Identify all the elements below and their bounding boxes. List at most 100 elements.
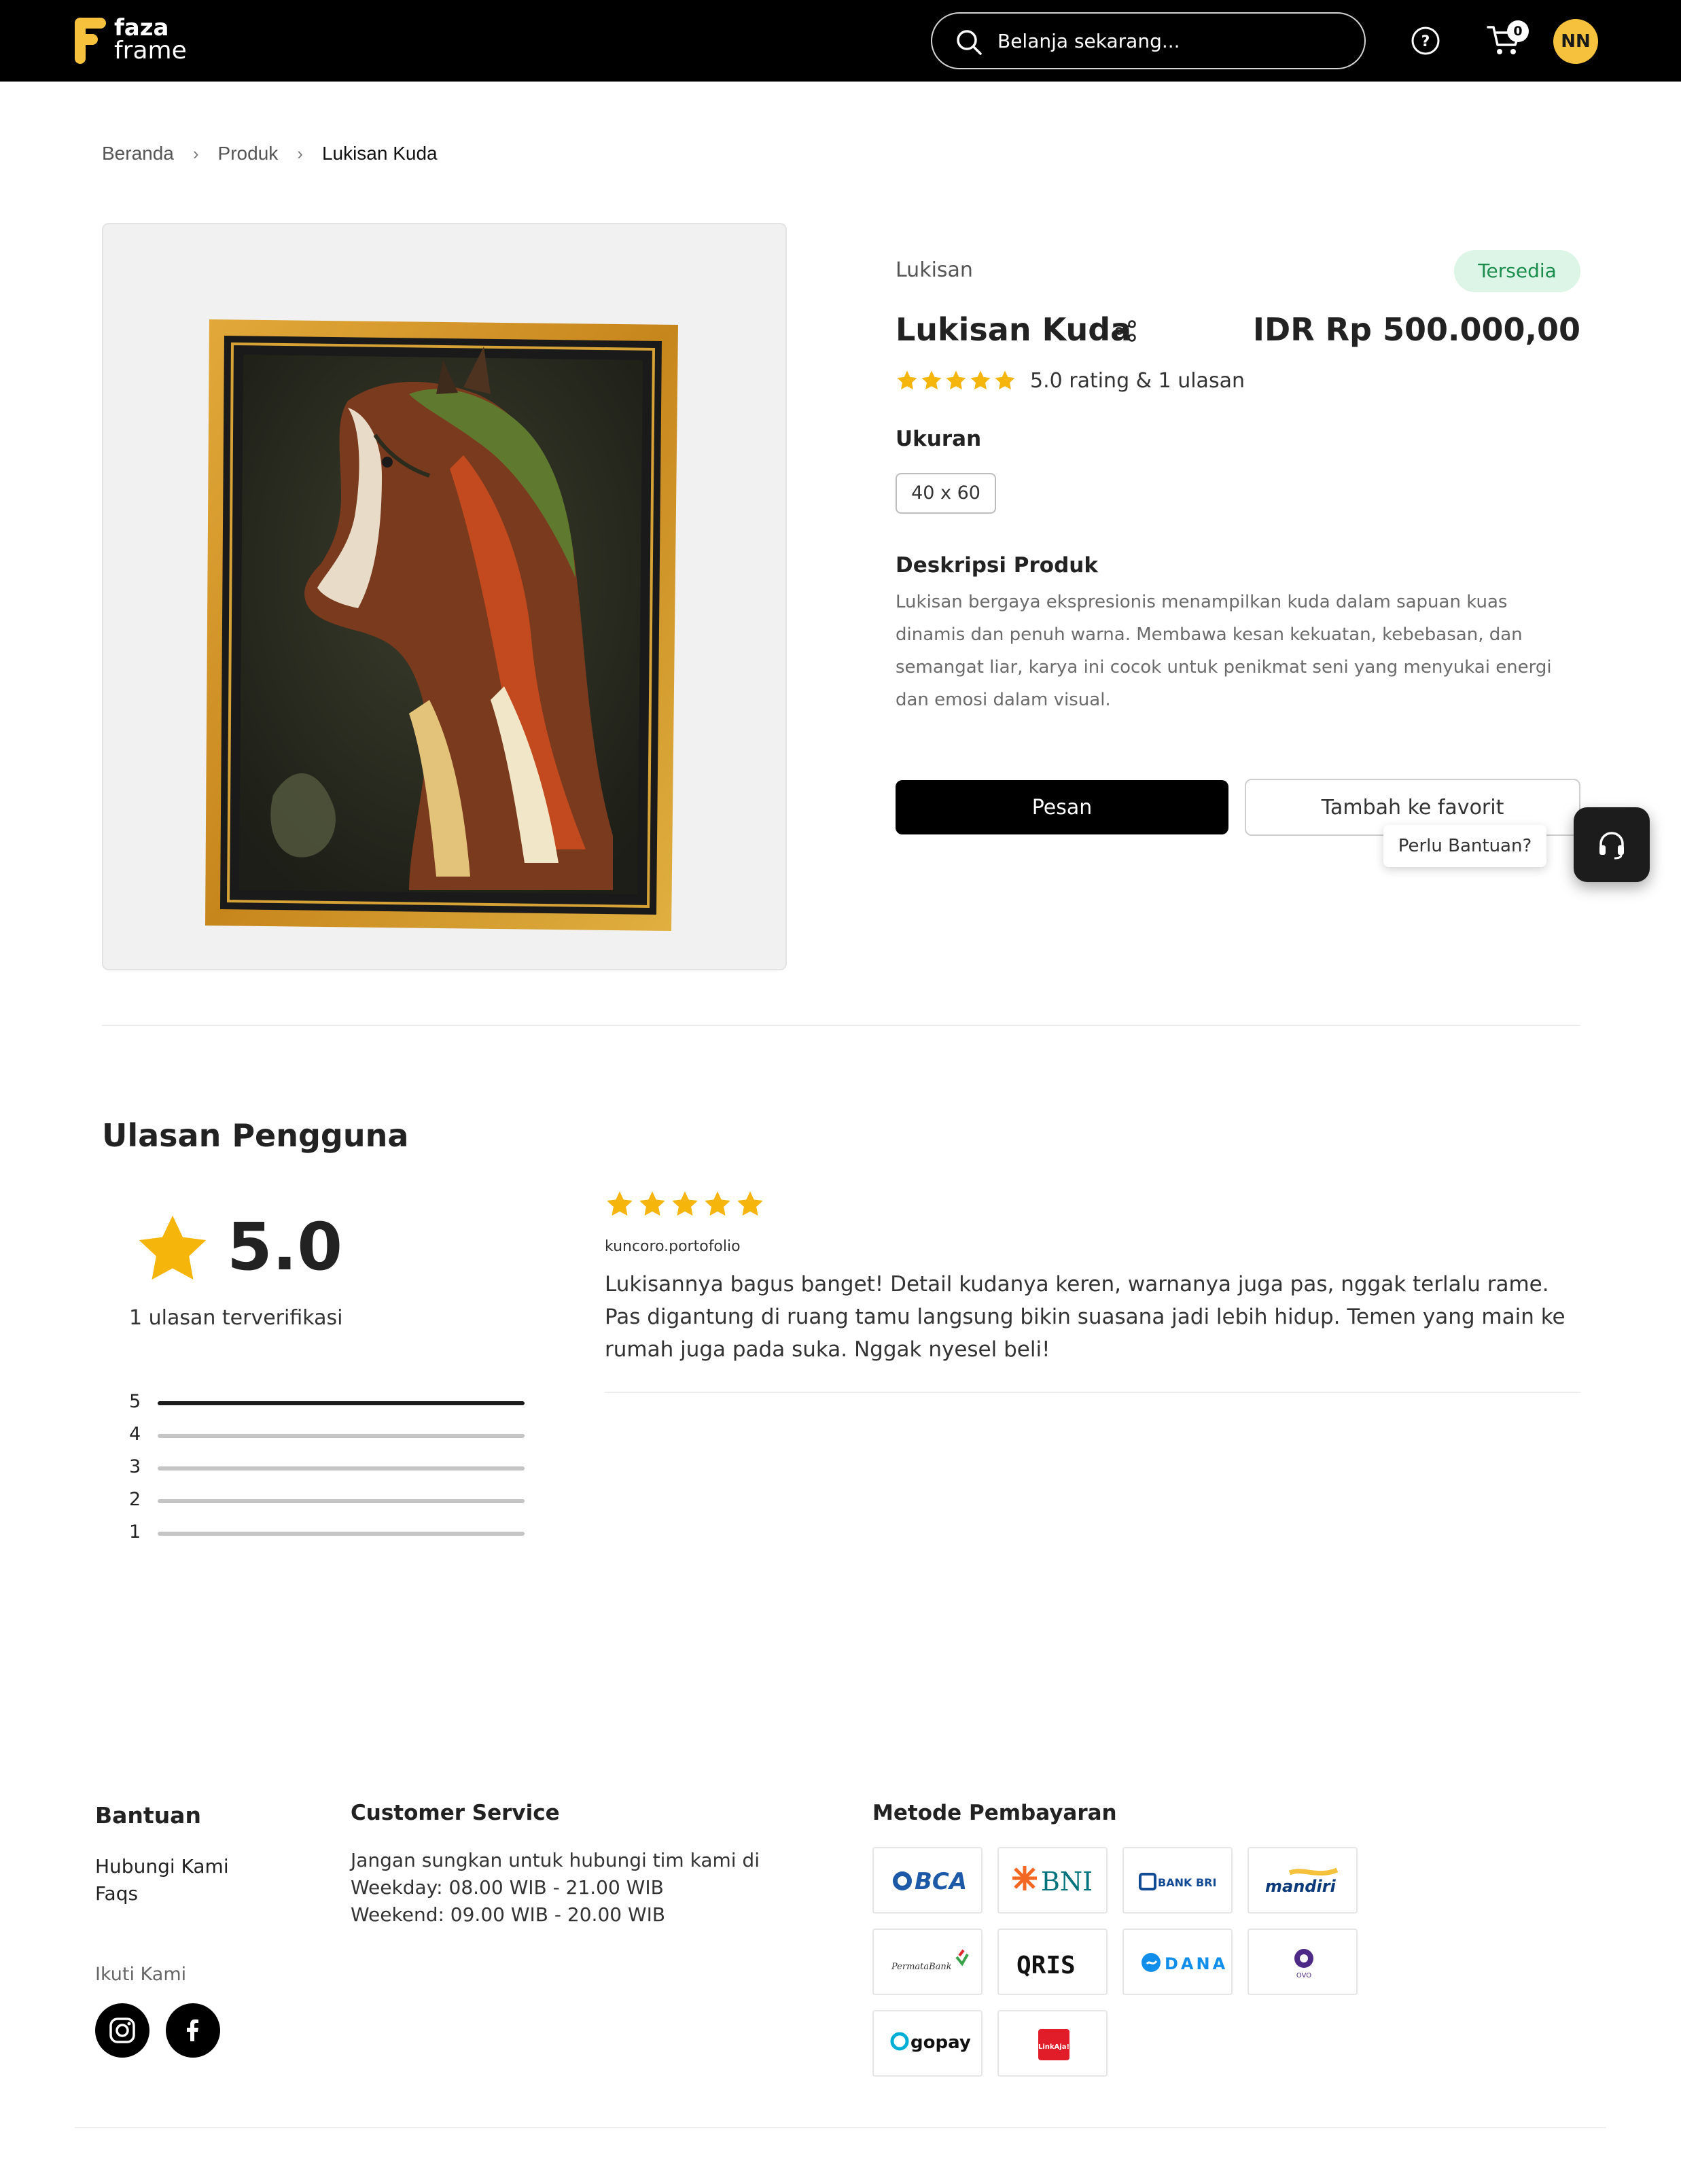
logo-text-frame: frame — [114, 37, 187, 65]
breadcrumb-current: Lukisan Kuda — [321, 143, 438, 164]
review-rating-stars — [605, 1189, 765, 1219]
star-icon — [970, 370, 991, 390]
payment-linkaja-logo: LinkAja! — [997, 2010, 1108, 2077]
footer-help-title: Bantuan — [95, 1802, 201, 1829]
chevron-right-icon: › — [192, 143, 199, 164]
stock-status-badge: Tersedia — [1454, 250, 1580, 292]
payment-mandiri-logo: mandiri — [1248, 1847, 1358, 1914]
product-rating: 5.0 rating & 1 ulasan — [896, 367, 1245, 394]
help-circle-icon[interactable]: ? — [1411, 26, 1440, 56]
rating-level-label: 5 — [129, 1391, 141, 1412]
search-bar — [931, 12, 1366, 69]
rating-bar-track — [158, 1532, 525, 1536]
star-icon — [737, 1191, 763, 1216]
rating-distribution-row: 3 — [129, 1457, 537, 1490]
payment-gopay-label: gopay — [910, 2032, 971, 2053]
user-avatar[interactable]: NN — [1553, 19, 1598, 64]
svg-text:?: ? — [1421, 33, 1430, 50]
breadcrumb-products[interactable]: Produk — [218, 143, 279, 164]
rating-level-label: 4 — [129, 1424, 141, 1445]
star-icon — [921, 370, 942, 390]
rating-level-label: 3 — [129, 1456, 141, 1477]
rating-bar-track — [158, 1499, 525, 1503]
rating-stars — [896, 369, 1016, 392]
help-tooltip: Perlu Bantuan? — [1383, 825, 1546, 867]
payment-mandiri-label: mandiri — [1265, 1877, 1337, 1896]
star-icon — [607, 1191, 633, 1216]
payment-gopay-logo: gopay — [872, 2010, 983, 2077]
rating-distribution-row: 1 — [129, 1522, 537, 1555]
top-navbar: faza frame ? 0 NN — [0, 0, 1681, 82]
rating-bar-track — [158, 1401, 525, 1405]
rating-distribution: 5 4 3 2 1 — [129, 1392, 537, 1555]
description-label: Deskripsi Produk — [896, 553, 1098, 578]
logo-text-faza: faza — [114, 14, 169, 41]
size-option-chip[interactable]: 40 x 60 — [896, 473, 996, 514]
payment-permata-logo: PermataBank — [872, 1928, 983, 1995]
rating-bar-fill — [158, 1401, 525, 1405]
payment-bni-label: BNI — [1041, 1867, 1093, 1897]
cart-count-badge: 0 — [1507, 20, 1529, 42]
size-label: Ukuran — [896, 427, 982, 451]
payment-linkaja-label: LinkAja! — [1038, 2043, 1069, 2051]
payment-dana-label: DANA — [1165, 1954, 1228, 1973]
reviewer-username: kuncoro.portofolio — [605, 1238, 741, 1255]
rating-distribution-row: 4 — [129, 1424, 537, 1457]
star-icon — [946, 370, 966, 390]
facebook-icon — [187, 2019, 198, 2041]
star-icon — [995, 370, 1015, 390]
verified-reviews-count: 1 ulasan terverifikasi — [129, 1306, 343, 1330]
headset-icon — [1599, 832, 1624, 860]
help-chat-button[interactable] — [1574, 807, 1650, 882]
footer-follow-label: Ikuti Kami — [95, 1964, 187, 1985]
logo-icon — [75, 18, 106, 64]
section-divider — [102, 1025, 1580, 1026]
footer-link-faqs[interactable]: Faqs — [95, 1882, 138, 1905]
instagram-link[interactable] — [95, 2003, 149, 2058]
customer-service-title: Customer Service — [351, 1801, 560, 1825]
payment-bri-logo: BANK BRI — [1122, 1847, 1233, 1914]
payment-dana-logo: DANA — [1122, 1928, 1233, 1995]
payment-bca-logo: BCA — [872, 1847, 983, 1914]
star-icon — [139, 1215, 207, 1280]
product-image-container — [102, 223, 787, 970]
payment-ovo-logo: OVO — [1248, 1928, 1358, 1995]
product-price: IDR Rp 500.000,00 — [1252, 311, 1580, 348]
footer-link-contact[interactable]: Hubungi Kami — [95, 1855, 229, 1878]
breadcrumb-home[interactable]: Beranda — [102, 143, 174, 164]
payment-bca-label: BCA — [915, 1868, 967, 1895]
search-input[interactable] — [997, 26, 1344, 56]
rating-bar-track — [158, 1434, 525, 1438]
rating-bar-track — [158, 1466, 525, 1470]
payment-qris-logo: QRIS — [997, 1928, 1108, 1995]
cs-line: Jangan sungkan untuk hubungi tim kami di — [351, 1849, 760, 1871]
star-icon — [897, 370, 917, 390]
chevron-right-icon: › — [297, 143, 303, 164]
rating-level-label: 2 — [129, 1489, 141, 1510]
rating-distribution-row: 2 — [129, 1490, 537, 1522]
reviews-section-title: Ulasan Pengguna — [102, 1117, 409, 1154]
order-button[interactable]: Pesan — [896, 780, 1228, 834]
product-category: Lukisan — [896, 258, 973, 282]
rating-level-label: 1 — [129, 1521, 141, 1543]
payment-ovo-label: OVO — [1296, 1972, 1311, 1979]
footer-bottom-divider — [75, 2127, 1606, 2128]
search-icon — [957, 30, 982, 55]
share-icon[interactable] — [1114, 319, 1137, 342]
payment-permata-label: PermataBank — [891, 1962, 952, 1972]
payment-methods-title: Metode Pembayaran — [872, 1801, 1117, 1825]
payment-qris-label: QRIS — [1016, 1952, 1076, 1979]
product-title: Lukisan Kuda — [896, 311, 1132, 348]
cs-line: Weekend: 09.00 WIB - 20.00 WIB — [351, 1903, 666, 1926]
product-description: Lukisan bergaya ekspresionis menampilkan… — [896, 592, 1552, 710]
rating-summary-text: 5.0 rating & 1 ulasan — [1030, 368, 1245, 393]
facebook-link[interactable] — [166, 2003, 220, 2058]
star-icon — [705, 1191, 730, 1216]
payment-bri-label: BANK BRI — [1158, 1876, 1216, 1889]
cs-line: Weekday: 08.00 WIB - 21.00 WIB — [351, 1876, 664, 1899]
star-icon — [672, 1191, 698, 1216]
faza-frame-logo[interactable]: faza frame — [75, 16, 190, 65]
product-image-horse-painting — [205, 319, 678, 931]
review-text: Lukisannya bagus banget! Detail kudanya … — [605, 1272, 1565, 1362]
breadcrumb: Beranda › Produk › Lukisan Kuda — [102, 140, 438, 167]
